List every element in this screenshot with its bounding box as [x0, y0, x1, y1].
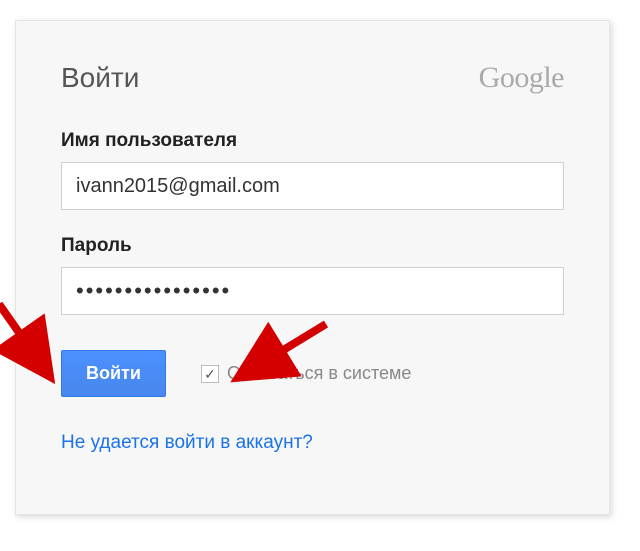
- card-header: Войти Google: [61, 61, 564, 95]
- annotation-arrow-icon: [0, 296, 66, 391]
- username-group: Имя пользователя: [61, 130, 564, 210]
- check-icon: ✓: [204, 367, 216, 381]
- username-input[interactable]: [61, 162, 564, 210]
- action-row: Войти ✓ Оставаться в системе: [61, 350, 564, 397]
- password-label: Пароль: [61, 235, 564, 257]
- cant-access-link[interactable]: Не удается войти в аккаунт?: [61, 432, 313, 453]
- page-title: Войти: [61, 62, 139, 94]
- stay-signed-checkbox[interactable]: ✓: [201, 365, 219, 383]
- stay-signed-label: Оставаться в системе: [227, 363, 411, 384]
- username-label: Имя пользователя: [61, 130, 564, 152]
- google-logo: Google: [479, 61, 564, 95]
- login-card: Войти Google Имя пользователя Пароль Вой…: [15, 20, 610, 515]
- password-input[interactable]: [61, 267, 564, 315]
- help-row: Не удается войти в аккаунт?: [61, 432, 564, 454]
- stay-signed-in-group[interactable]: ✓ Оставаться в системе: [201, 363, 411, 384]
- password-group: Пароль: [61, 235, 564, 315]
- signin-button[interactable]: Войти: [61, 350, 166, 397]
